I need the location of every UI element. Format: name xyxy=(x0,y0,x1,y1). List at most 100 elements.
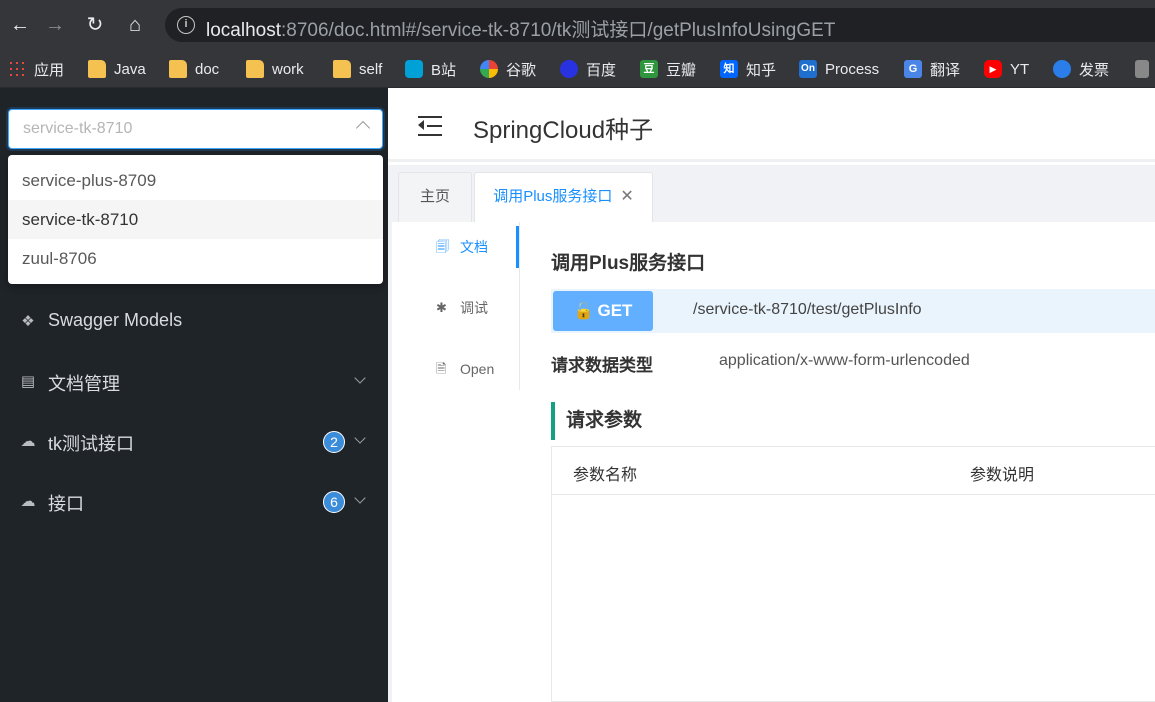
bookmark-google[interactable]: 谷歌 xyxy=(480,57,536,81)
site-info-icon[interactable]: i xyxy=(177,16,195,34)
sidebar-item-interfaces[interactable]: ☁ 接口 6 xyxy=(0,477,388,527)
chevron-up-icon xyxy=(355,120,371,136)
service-option[interactable]: zuul-8706 xyxy=(8,239,383,278)
doc-mode-tabs: 🗐 文档 ✱ 调试 🗎 Open xyxy=(392,222,520,390)
google-icon xyxy=(480,60,498,78)
bookmark-more[interactable] xyxy=(1135,57,1149,81)
sidebar-item-label: Swagger Models xyxy=(48,310,183,330)
params-table-header: 参数名称 参数说明 xyxy=(552,447,1155,495)
folder-icon xyxy=(246,60,264,78)
bookmark-baidu[interactable]: 百度 xyxy=(560,57,616,81)
bookmark-label: 谷歌 xyxy=(506,61,537,79)
search-icon xyxy=(1053,60,1071,78)
zhihu-icon: 知 xyxy=(720,60,738,78)
bookmark-label: 豆瓣 xyxy=(666,61,697,79)
http-method-badge[interactable]: 🔓 GET xyxy=(553,291,653,331)
bookmark-label: 百度 xyxy=(586,61,617,79)
bookmark-bilibili[interactable]: B站 xyxy=(405,57,456,81)
bookmark-label: 发票 xyxy=(1079,61,1110,79)
cloud-icon: ☁ xyxy=(20,433,36,450)
cloud-icon: ☁ xyxy=(20,493,36,510)
tab-debug[interactable]: ✱ 调试 xyxy=(392,287,520,329)
service-select[interactable]: service-tk-8710 xyxy=(8,109,383,149)
bookmark-java[interactable]: Java xyxy=(88,57,146,81)
bilibili-icon xyxy=(405,60,423,78)
translate-icon: G xyxy=(904,60,922,78)
service-select-value: service-tk-8710 xyxy=(23,120,133,137)
bookmark-work[interactable]: work xyxy=(246,57,304,81)
doc-content: 🗐 文档 ✱ 调试 🗎 Open 调用Plus服务接口 🔓 GET /servic… xyxy=(388,222,1155,702)
tab-label: 文档 xyxy=(460,239,488,255)
menu-fold-icon[interactable] xyxy=(418,116,442,136)
overflow-icon xyxy=(1135,60,1149,78)
baidu-icon xyxy=(560,60,578,78)
main-area: SpringCloud种子 主页 调用Plus服务接口 ✕ 🗐 文档 ✱ 调试 🗎… xyxy=(388,88,1155,702)
bookmark-invoice[interactable]: 发票 xyxy=(1053,57,1109,81)
tab-open[interactable]: 🗎 Open xyxy=(392,348,520,390)
tab-label: Open xyxy=(460,361,495,377)
page-tabs: 主页 调用Plus服务接口 ✕ xyxy=(388,165,1155,222)
bookmark-doc[interactable]: doc xyxy=(169,57,219,81)
bookmark-label: B站 xyxy=(431,61,457,79)
cube-icon: ❖ xyxy=(21,313,35,330)
tab-home[interactable]: 主页 xyxy=(398,172,472,222)
doc-settings-icon: ▤ xyxy=(20,373,36,390)
api-title: 调用Plus服务接口 xyxy=(551,253,706,274)
sidebar-item-swagger-models[interactable]: ❖ Swagger Models xyxy=(0,297,388,347)
url-path: :8706/doc.html#/service-tk-8710/tk测试接口/g… xyxy=(281,20,836,41)
service-option-selected[interactable]: service-tk-8710 xyxy=(8,200,383,239)
sidebar-item-label: 文档管理 xyxy=(48,374,120,394)
chevron-down-icon xyxy=(354,432,366,444)
address-bar[interactable]: i localhost:8706/doc.html#/service-tk-87… xyxy=(165,8,1155,42)
bookmark-processon[interactable]: On Process xyxy=(799,57,879,81)
params-section-title: 请求参数 xyxy=(551,402,642,440)
document-icon: 🗐 xyxy=(436,239,449,254)
bookmark-label: Java xyxy=(114,60,146,78)
folder-icon xyxy=(88,60,106,78)
bookmark-apps[interactable]: 应用 xyxy=(8,57,64,81)
close-icon[interactable]: ✕ xyxy=(620,173,633,221)
bookmark-label: self xyxy=(359,60,383,78)
forward-arrow-icon[interactable]: → xyxy=(40,10,70,40)
bookmarks-bar: 应用 Java doc work self B站 谷歌 百度 豆豆瓣 知知乎 O… xyxy=(0,50,1155,88)
bookmark-label: 知乎 xyxy=(746,61,777,79)
endpoint-path: /service-tk-8710/test/getPlusInfo xyxy=(693,301,922,318)
bookmark-zhihu[interactable]: 知知乎 xyxy=(720,57,776,81)
douban-icon: 豆 xyxy=(640,60,658,78)
tab-label: 调用Plus服务接口 xyxy=(493,188,613,205)
sidebar-item-label: tk测试接口 xyxy=(48,434,135,454)
sidebar-item-doc-management[interactable]: ▤ 文档管理 xyxy=(0,357,388,407)
back-arrow-icon[interactable]: ← xyxy=(5,10,35,40)
content-type-label: 请求数据类型 xyxy=(551,356,653,375)
bookmark-douban[interactable]: 豆豆瓣 xyxy=(640,57,696,81)
home-icon[interactable]: ⌂ xyxy=(120,10,150,40)
bookmark-self[interactable]: self xyxy=(333,57,382,81)
bookmark-label: YT xyxy=(1010,60,1030,78)
bookmark-label: Process xyxy=(825,60,880,78)
url-text[interactable]: localhost:8706/doc.html#/service-tk-8710… xyxy=(206,15,835,42)
file-icon: 🗎 xyxy=(436,361,447,376)
bookmark-youtube[interactable]: ▶ YT xyxy=(984,57,1029,81)
chevron-down-icon xyxy=(354,372,366,384)
bookmark-translate[interactable]: G 翻译 xyxy=(904,57,960,81)
params-table: 参数名称 参数说明 xyxy=(551,446,1155,702)
sidebar: service-tk-8710 service-plus-8709 servic… xyxy=(0,88,388,702)
tab-label: 调试 xyxy=(460,300,488,316)
url-host: localhost xyxy=(206,20,281,41)
column-header: 参数说明 xyxy=(970,467,1035,484)
apps-grid-icon xyxy=(8,60,26,78)
tab-document[interactable]: 🗐 文档 xyxy=(392,226,520,268)
unlock-icon: 🔓 xyxy=(573,303,594,320)
sidebar-item-tk-test[interactable]: ☁ tk测试接口 2 xyxy=(0,417,388,467)
folder-icon xyxy=(169,60,187,78)
browser-toolbar: ← → ↻ ⌂ i localhost:8706/doc.html#/servi… xyxy=(0,0,1155,50)
service-option[interactable]: service-plus-8709 xyxy=(8,161,383,200)
bookmark-label: work xyxy=(272,60,304,78)
tab-label: 主页 xyxy=(419,188,450,205)
content-type-value: application/x-www-form-urlencoded xyxy=(719,352,970,369)
tab-plus-api[interactable]: 调用Plus服务接口 ✕ xyxy=(474,172,653,222)
reload-icon[interactable]: ↻ xyxy=(80,10,110,40)
service-dropdown: service-plus-8709 service-tk-8710 zuul-8… xyxy=(8,155,383,284)
endpoint-bar: 🔓 GET /service-tk-8710/test/getPlusInfo xyxy=(551,289,1155,333)
bookmark-label: 翻译 xyxy=(930,61,961,79)
